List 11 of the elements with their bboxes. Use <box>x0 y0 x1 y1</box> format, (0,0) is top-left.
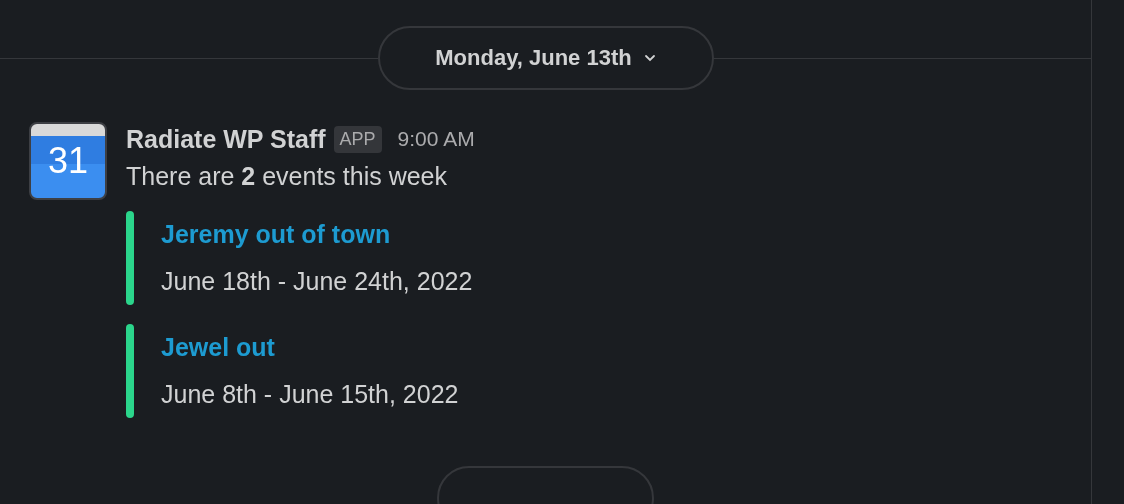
app-badge: APP <box>333 125 382 153</box>
message-time[interactable]: 9:00 AM <box>397 127 475 151</box>
date-divider-button[interactable]: Monday, June 13th <box>377 26 714 90</box>
message-text: There are 2 events this week <box>126 161 448 192</box>
chevron-down-icon <box>643 54 656 62</box>
event-dates: June 18th - June 24th, 2022 <box>161 266 473 297</box>
event-link[interactable]: Jewel out <box>161 324 459 370</box>
event-dates: June 8th - June 15th, 2022 <box>161 379 459 410</box>
event-link[interactable]: Jeremy out of town <box>161 211 473 257</box>
sender-name[interactable]: Radiate WP Staff <box>126 124 326 154</box>
calendar-avatar[interactable]: 31 <box>29 122 107 200</box>
